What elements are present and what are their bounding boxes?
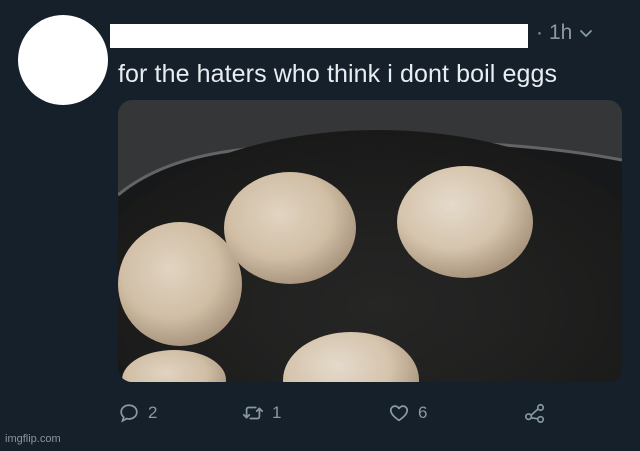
share-icon [525,403,545,423]
reply-icon [120,404,138,423]
retweet-button[interactable]: 1 [242,398,281,428]
reply-button[interactable]: 2 [118,398,157,428]
retweet-icon [242,406,264,420]
username-redaction [110,24,528,48]
share-button[interactable] [524,398,546,428]
avatar-redacted[interactable] [18,15,108,105]
separator-dot: · [536,21,543,44]
timestamp[interactable]: 1h [549,21,572,45]
like-count: 6 [418,403,428,422]
tweet-photo-eggs[interactable] [118,100,622,382]
reply-count: 2 [148,403,158,422]
tweet-meta: · 1h [536,21,594,45]
like-button[interactable]: 6 [388,398,427,428]
retweet-count: 1 [272,403,282,422]
heart-icon [389,405,409,422]
chevron-down-icon[interactable] [578,25,594,41]
tweet-text: for the haters who think i dont boil egg… [118,60,558,88]
tweet-actions: 2 1 6 [118,398,558,428]
watermark: imgflip.com [5,433,61,445]
